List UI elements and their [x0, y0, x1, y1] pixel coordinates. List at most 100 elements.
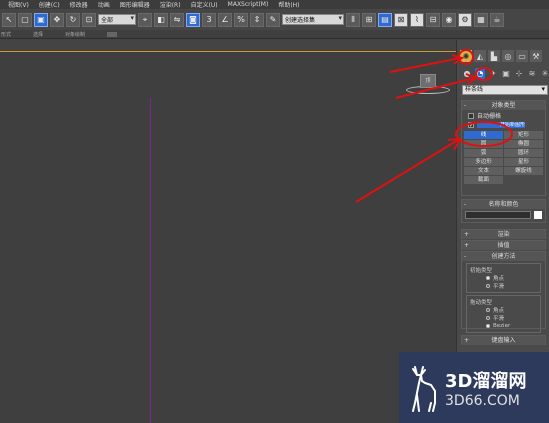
object-type-rollout: - 对象类型 自动栅格 ✓ 开始新图形 线 矩形 圆 椭圆 弧 圆环 多边形 星形 …	[461, 100, 546, 196]
move-icon[interactable]: ✥	[50, 12, 64, 27]
drag-smooth-radio[interactable]	[486, 316, 490, 320]
category-dropdown[interactable]: 样条线	[462, 85, 548, 95]
name-color-rollout: - 名称和颜色	[461, 199, 546, 223]
select-arrow-icon[interactable]: ↖	[2, 12, 16, 27]
line-button[interactable]: 线	[464, 131, 503, 139]
utilities-tab-icon[interactable]: ⚒	[530, 50, 542, 62]
donut-button[interactable]: 圆环	[504, 149, 543, 157]
start-new-shape-checkbox[interactable]: ✓	[468, 122, 474, 129]
rendering-rollout: + 渲染	[461, 229, 546, 239]
ribbon-tab-object-paint[interactable]: 对象绘制	[65, 31, 85, 38]
name-color-header[interactable]: - 名称和颜色	[462, 200, 545, 209]
shapes-subtab-icon[interactable]: ◔	[475, 68, 485, 79]
menu-view[interactable]: 视图(V)	[8, 0, 29, 9]
helix-button[interactable]: 螺旋线	[504, 167, 543, 175]
ribbon-tab-form[interactable]: 形式	[1, 31, 11, 38]
teapot-render-icon[interactable]: ☕	[490, 12, 504, 27]
spinner-snap-icon[interactable]: ⇕	[250, 12, 264, 27]
keyboard-entry-header[interactable]: + 键盘输入	[462, 336, 545, 345]
graphite-icon[interactable]: ⊠	[394, 12, 408, 27]
display-tab-icon[interactable]: ▭	[516, 50, 528, 62]
menu-customize[interactable]: 自定义(U)	[191, 0, 218, 9]
rotate-icon[interactable]: ↻	[66, 12, 80, 27]
grid-axis-line	[150, 98, 151, 423]
snap-3d-icon[interactable]: 3	[202, 12, 216, 27]
filter-dropdown[interactable]: 全部	[98, 14, 136, 25]
scale-icon[interactable]: ⊡	[82, 12, 96, 27]
drag-corner-radio[interactable]	[486, 308, 490, 312]
modify-tab-icon[interactable]: ◭	[474, 50, 486, 62]
section-button[interactable]: 截面	[464, 176, 503, 184]
window-crossing-icon[interactable]: ▣	[34, 12, 48, 27]
circle-button[interactable]: 圆	[464, 140, 503, 148]
snap-icon[interactable]: ⌖	[138, 12, 152, 27]
menu-create[interactable]: 创建(C)	[39, 0, 60, 9]
ellipse-button[interactable]: 椭圆	[504, 140, 543, 148]
material-editor-icon[interactable]: ◉	[442, 12, 456, 27]
viewcube[interactable]: 顶	[420, 74, 436, 88]
initial-smooth-radio[interactable]	[486, 284, 490, 288]
create-tab-icon[interactable]: ✺	[460, 50, 472, 62]
menu-maxscript[interactable]: MAXScript(M)	[228, 1, 269, 8]
pivot-icon[interactable]: ◧	[154, 12, 168, 27]
create-subtabs: ● ◔ ✦ ▣ ⊹ ≋ ✳	[457, 68, 549, 80]
star-button[interactable]: 星形	[504, 158, 543, 166]
object-type-header[interactable]: - 对象类型	[462, 101, 545, 110]
object-name-field[interactable]	[465, 211, 532, 219]
main-toolbar: ↖ ▢ ▣ ✥ ↻ ⊡ 全部 ⌖ ◧ ⇋ ◙ 3 ∠ % ⇕ ✎ 创建选择集 ⫴…	[0, 9, 549, 30]
start-new-shape-label: 开始新图形	[477, 122, 525, 128]
motion-tab-icon[interactable]: ◎	[502, 50, 514, 62]
helpers-subtab-icon[interactable]: ⊹	[514, 68, 524, 79]
edit-named-sel-icon[interactable]: ✎	[266, 12, 280, 27]
geometry-subtab-icon[interactable]: ●	[462, 68, 472, 79]
watermark-logo: 3D溜溜网 3D66.COM	[399, 352, 549, 423]
creation-method-rollout: - 创建方法 初始类型 角点 平滑 拖动类型 角点 平滑 Bezier	[461, 251, 546, 333]
object-color-swatch[interactable]	[534, 211, 542, 219]
keyboard-entry-rollout: + 键盘输入	[461, 335, 546, 345]
lights-subtab-icon[interactable]: ✦	[488, 68, 498, 79]
initial-corner-radio[interactable]	[486, 276, 490, 280]
angle-snap-icon[interactable]: ∠	[218, 12, 232, 27]
ribbon-toggle-icon[interactable]	[107, 31, 118, 37]
rendering-header[interactable]: + 渲染	[462, 230, 545, 239]
menu-rendering[interactable]: 渲染(R)	[160, 0, 181, 9]
creation-method-header[interactable]: - 创建方法	[462, 252, 545, 261]
render-setup-icon[interactable]: ⚙	[458, 12, 472, 27]
named-selection-dropdown[interactable]: 创建选择集	[282, 14, 344, 25]
cameras-subtab-icon[interactable]: ▣	[501, 68, 511, 79]
menu-animation[interactable]: 动画	[98, 0, 110, 9]
deer-logo-icon	[412, 365, 436, 412]
rectangle-button[interactable]: 矩形	[504, 131, 543, 139]
watermark-url: 3D66.COM	[445, 392, 520, 409]
text-button[interactable]: 文本	[464, 167, 503, 175]
ribbon: 形式 选择 对象绘制	[0, 30, 549, 39]
watermark-title: 3D溜溜网	[445, 370, 527, 392]
systems-subtab-icon[interactable]: ✳	[540, 68, 549, 79]
curve-editor-icon[interactable]: ⌇	[410, 12, 424, 27]
selection-lock-icon[interactable]: ◙	[186, 12, 200, 27]
drag-bezier-radio[interactable]	[486, 324, 490, 328]
mirror-icon[interactable]: ⇋	[170, 12, 184, 27]
render-frame-icon[interactable]: ▦	[474, 12, 488, 27]
auto-grid-checkbox[interactable]	[468, 112, 474, 119]
interpolation-rollout: + 插值	[461, 240, 546, 250]
ribbon-tab-selection[interactable]: 选择	[33, 31, 43, 38]
percent-snap-icon[interactable]: %	[234, 12, 248, 27]
rect-select-icon[interactable]: ▢	[18, 12, 32, 27]
spacewarps-subtab-icon[interactable]: ≋	[527, 68, 537, 79]
schematic-icon[interactable]: ⊟	[426, 12, 440, 27]
align-icon[interactable]: ⊞	[362, 12, 376, 27]
arc-button[interactable]: 弧	[464, 149, 503, 157]
viewport-top[interactable]: 顶	[0, 51, 456, 423]
menu-graph-editors[interactable]: 图形编辑器	[120, 0, 150, 9]
drag-type-group: 拖动类型 角点 平滑 Bezier	[466, 295, 541, 333]
initial-type-group: 初始类型 角点 平滑	[466, 263, 541, 293]
ngon-button[interactable]: 多边形	[464, 158, 503, 166]
menu-modifiers[interactable]: 修改器	[70, 0, 88, 9]
menu-help[interactable]: 帮助(H)	[278, 0, 299, 9]
hierarchy-tab-icon[interactable]: ▙	[488, 50, 500, 62]
interpolation-header[interactable]: + 插值	[462, 241, 545, 250]
mirror-tool-icon[interactable]: ⫴	[346, 12, 360, 27]
layer-manager-icon[interactable]: ▤	[378, 12, 392, 27]
command-panel-tabs: ✺ ◭ ▙ ◎ ▭ ⚒	[457, 50, 549, 62]
